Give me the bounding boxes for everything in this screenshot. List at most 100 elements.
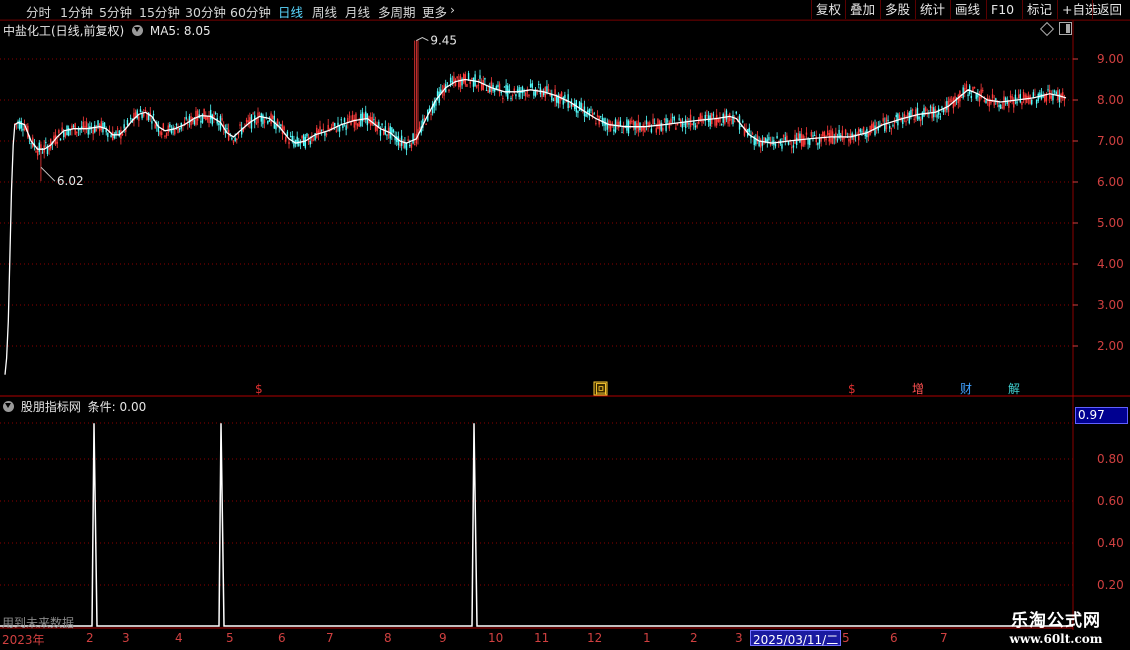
- candle-body: [911, 109, 914, 111]
- candle-body: [874, 125, 876, 136]
- candle-body: [918, 116, 920, 120]
- candle-body: [334, 122, 336, 127]
- indicator-dropdown-icon[interactable]: [3, 401, 14, 412]
- candle-body: [774, 143, 777, 147]
- candle-body: [116, 128, 119, 130]
- candle-body: [960, 97, 963, 99]
- event-marker-0[interactable]: $: [254, 382, 267, 396]
- candle-body: [174, 128, 176, 135]
- candle-body: [239, 124, 241, 126]
- candle-body: [936, 114, 938, 118]
- candle-body: [812, 135, 814, 137]
- candle-body: [30, 143, 32, 145]
- candle-body: [647, 122, 649, 127]
- candle-body: [338, 126, 341, 132]
- watermark: 乐淘公式网 www.60lt.com: [985, 606, 1127, 646]
- candle-body: [547, 89, 550, 91]
- candle-body: [742, 121, 744, 123]
- candle-body: [343, 118, 346, 123]
- price-tick-5: 4.00: [1097, 257, 1124, 271]
- candle-body: [799, 133, 801, 143]
- candle-body: [1003, 96, 1005, 109]
- candle-body: [862, 126, 865, 134]
- candle-body: [462, 73, 465, 83]
- date-label-8: 9: [439, 631, 447, 645]
- candle-body: [280, 124, 282, 126]
- candle-body: [693, 121, 695, 126]
- candle-body: [849, 133, 852, 143]
- candle-body: [709, 115, 711, 126]
- candle-body: [399, 142, 401, 147]
- candle-body: [998, 104, 1000, 108]
- event-marker-2[interactable]: $: [847, 382, 860, 396]
- candle-body: [87, 129, 89, 135]
- candle-body: [590, 109, 592, 111]
- candle-body: [887, 119, 889, 121]
- candle-body: [474, 74, 476, 86]
- candle-body: [924, 107, 927, 112]
- candle-body: [831, 131, 834, 144]
- candle-body: [815, 136, 817, 143]
- candle-body: [289, 136, 292, 138]
- candle-body: [407, 139, 409, 141]
- candle-body: [670, 118, 672, 124]
- candle-body: [98, 124, 101, 132]
- candle-body: [245, 119, 248, 123]
- candle-body: [805, 132, 808, 135]
- candle-body: [412, 133, 414, 144]
- candle-body: [485, 89, 488, 91]
- low-price-label: 6.02: [57, 174, 84, 188]
- candle-body: [531, 83, 533, 88]
- candle-body: [1050, 95, 1053, 99]
- candle-body: [908, 112, 910, 124]
- candle-body: [920, 118, 922, 122]
- candle-body: [467, 73, 470, 80]
- candle-body: [825, 138, 827, 141]
- candle-body: [72, 125, 75, 127]
- candle-body: [978, 96, 981, 102]
- candlestick-chart[interactable]: 9.45 6.02 $ 回 $ 增 财 解: [0, 0, 1130, 650]
- candle-body: [784, 137, 786, 141]
- candle-body: [177, 128, 179, 134]
- ma5-line: [4, 78, 1067, 375]
- event-marker-1[interactable]: 回: [593, 381, 608, 396]
- event-marker-3[interactable]: 增: [911, 382, 924, 396]
- candle-body: [722, 113, 724, 123]
- candle-body: [283, 126, 285, 131]
- candle-body: [77, 129, 80, 131]
- candle-body: [671, 117, 674, 119]
- candle-body: [596, 115, 599, 117]
- event-marker-4[interactable]: 财: [959, 382, 972, 396]
- candle-body: [642, 124, 644, 131]
- candle-body: [22, 128, 24, 131]
- candle-body: [123, 124, 125, 129]
- candle-body: [59, 138, 62, 141]
- candle-body: [1032, 92, 1035, 98]
- candle-body: [206, 116, 209, 120]
- candle-body: [618, 122, 620, 128]
- candle-body: [1031, 99, 1033, 105]
- candle-body: [497, 84, 499, 88]
- candle-body: [763, 137, 765, 144]
- candle-body: [129, 117, 132, 120]
- candle-body: [301, 135, 303, 139]
- candle-body: [890, 128, 893, 130]
- event-marker-5[interactable]: 解: [1007, 382, 1020, 396]
- candle-body: [585, 113, 587, 117]
- candle-body: [162, 123, 165, 130]
- candle-body: [748, 127, 751, 132]
- candle-body: [472, 77, 475, 87]
- candle-body: [392, 129, 395, 132]
- candle-body: [587, 110, 589, 113]
- date-label-10: 11: [534, 631, 550, 645]
- candle-body: [652, 118, 654, 124]
- candle-body: [268, 119, 271, 122]
- candle-body: [844, 129, 847, 135]
- candle-body: [169, 124, 171, 128]
- candle-body: [813, 135, 816, 137]
- date-label-15: 5: [842, 631, 850, 645]
- candle-body: [270, 113, 272, 124]
- candle-body: [715, 114, 718, 126]
- candle-body: [38, 142, 40, 152]
- candle-body: [477, 84, 480, 86]
